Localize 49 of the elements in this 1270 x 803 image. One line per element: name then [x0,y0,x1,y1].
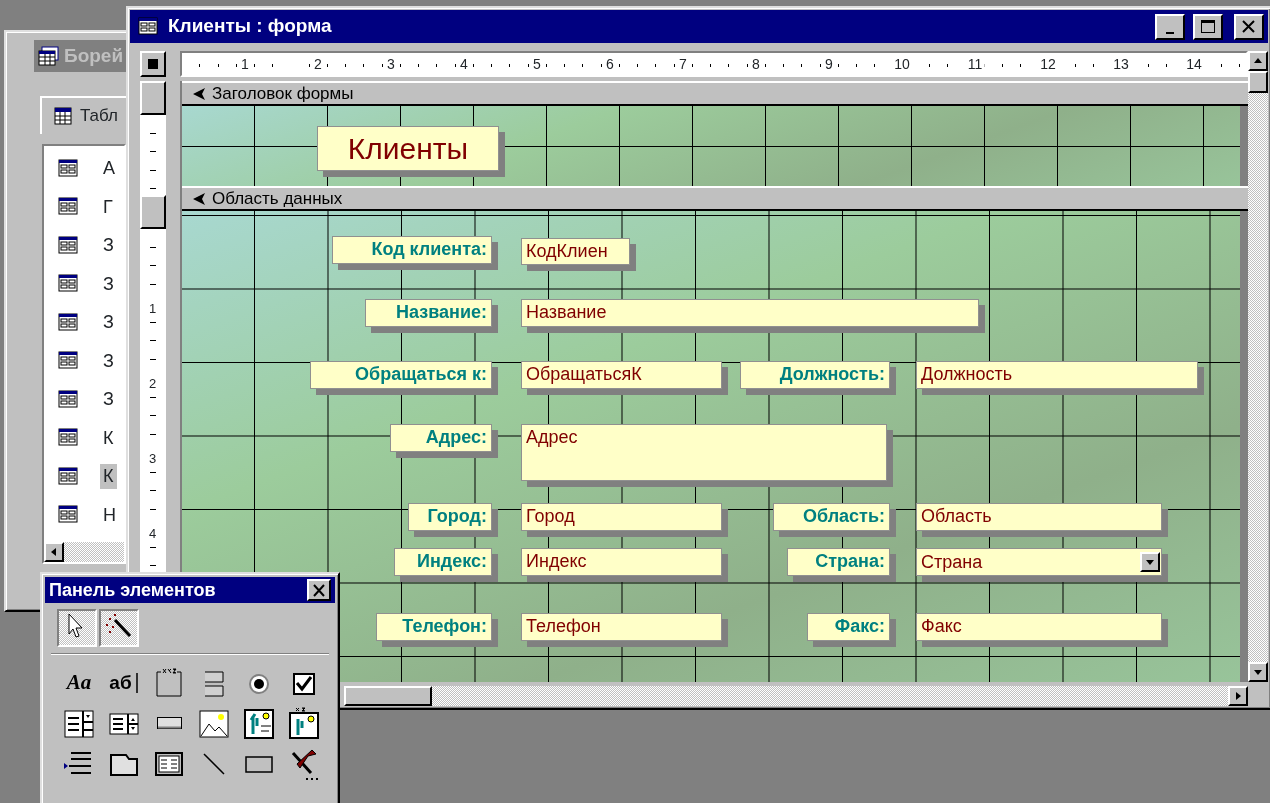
maximize-icon [1200,19,1216,34]
select-form-button[interactable] [140,51,166,77]
horizontal-scrollbar[interactable] [344,686,1248,706]
tool-button[interactable]: аб [104,664,144,702]
list-item[interactable]: З [100,233,117,258]
scroll-right-button[interactable] [1228,686,1248,706]
vertical-scrollbar[interactable] [1248,51,1268,682]
section-title: Область данных [212,187,343,210]
button-icon [156,717,182,729]
tool-button[interactable] [99,609,139,647]
database-icon [38,46,60,66]
text-cursor-icon [134,671,139,695]
minimize-button[interactable] [1155,13,1185,40]
section-selector[interactable] [140,195,166,229]
list-item[interactable]: З [100,310,117,335]
section-marker-icon [192,191,206,206]
scroll-up-button[interactable] [1248,51,1268,71]
close-icon [1241,19,1257,34]
list-item[interactable]: З [100,348,117,374]
minimize-icon [1166,31,1174,34]
list-item[interactable]: К [100,464,117,489]
window-title: Борей [64,43,124,68]
list-item[interactable]: К [100,425,117,451]
tool-button[interactable] [57,609,97,647]
section-title: Заголовок формы [212,82,354,105]
horizontal-scrollbar[interactable] [44,542,124,562]
maximize-button[interactable] [1193,13,1223,40]
scroll-thumb[interactable] [1248,71,1268,93]
scroll-left-button[interactable] [44,542,64,562]
dropdown-button[interactable] [1140,552,1160,572]
list-item[interactable]: З [100,387,117,412]
close-button[interactable] [1234,13,1264,40]
list-item[interactable]: А [100,156,118,181]
scroll-down-button[interactable] [1248,662,1268,682]
list-item[interactable]: Н [100,502,119,528]
combo-box-value: Страна [921,551,983,574]
table-icon [54,107,72,125]
form-icon [138,16,160,37]
section-marker-icon [192,86,206,101]
close-button[interactable] [307,579,331,601]
close-icon [312,583,326,597]
list-item[interactable]: З [100,271,117,297]
tool-button[interactable]: Aa [59,664,99,702]
square-icon [148,59,158,69]
scroll-thumb[interactable] [344,686,432,706]
window-title: Панель элементов [49,578,217,602]
section-selector[interactable] [140,81,166,115]
window-title: Клиенты : форма [168,14,333,39]
list-item[interactable]: Г [100,194,116,220]
